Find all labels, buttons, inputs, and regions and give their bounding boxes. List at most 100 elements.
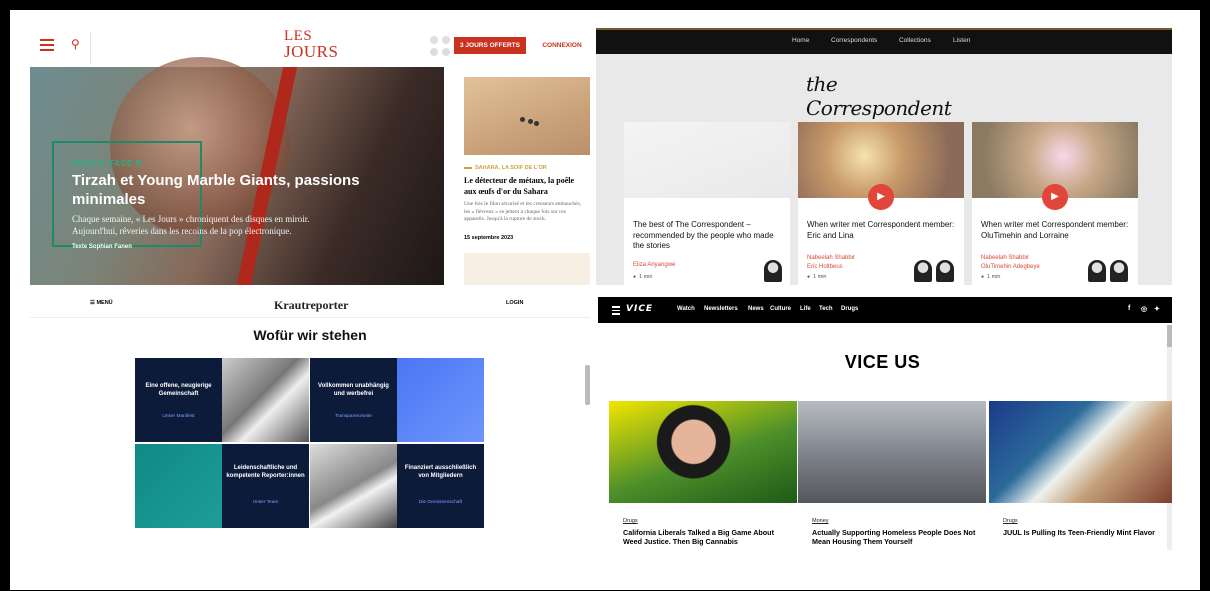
article-card[interactable]: ▶ When writer met Correspondent member: …	[972, 122, 1138, 285]
free-trial-button[interactable]: 3 JOURS OFFERTS	[454, 37, 526, 54]
hero-article[interactable]: FACE A, FACE B Tirzah et Young Marble Gi…	[30, 57, 444, 285]
article-card[interactable]: Drugs California Liberals Talked a Big G…	[609, 401, 797, 550]
article-title[interactable]: California Liberals Talked a Big Game Ab…	[623, 528, 791, 546]
menu-icon[interactable]	[40, 39, 54, 51]
correspondent-logo[interactable]: the Correspondent	[806, 72, 966, 120]
decorative-tile	[135, 444, 222, 528]
section-heading: Wofür wir stehen	[253, 327, 367, 343]
card-author[interactable]: Nabeelah Shabbir	[807, 255, 855, 261]
article-title[interactable]: Actually Supporting Homeless People Does…	[812, 528, 980, 546]
divider	[90, 31, 91, 63]
tile-link[interactable]: Die Genossenschaft	[401, 500, 480, 505]
nav-correspondents[interactable]: Correspondents	[831, 37, 877, 44]
article-card[interactable]: ▶ When writer met Correspondent member: …	[798, 122, 964, 285]
login-link[interactable]: CONNEXION	[534, 37, 590, 54]
vice-nav: VICE Watch Newsletters News Culture Life…	[598, 297, 1172, 323]
side-article: SAHARA, LA SOIF DE L'OR Le détecteur de …	[454, 67, 590, 285]
article-card[interactable]: Money Actually Supporting Homeless Peopl…	[798, 401, 986, 550]
avatar	[764, 260, 782, 282]
vice-logo[interactable]: VICE	[626, 304, 653, 314]
avatar	[1088, 260, 1106, 282]
card-title[interactable]: The best of The Correspondent – recommen…	[633, 220, 783, 252]
nav-drugs[interactable]: Drugs	[841, 306, 858, 312]
article-image	[989, 401, 1172, 503]
collage-canvas: ⚲ LES JOURS 3 JOURS OFFERTS CONNEXION FA…	[0, 0, 1210, 591]
value-tile[interactable]: Finanziert ausschließlich von Mitglieder…	[397, 444, 484, 528]
correspondent-page: Home Correspondents Collections Listen t…	[596, 28, 1172, 285]
krautreporter-page: ☰ MENÜ Krautreporter LOGIN Wofür wir ste…	[30, 290, 590, 555]
twitter-icon[interactable]: ✦	[1154, 305, 1160, 313]
values-grid: Eine offene, neugierige Gemeinschaft Uns…	[135, 358, 485, 528]
team-photo	[222, 358, 309, 442]
value-tile[interactable]: Leidenschaftliche und kompetente Reporte…	[222, 444, 309, 528]
card-author-2[interactable]: OluTimehin Adegbeye	[981, 264, 1040, 270]
hero-title[interactable]: Tirzah et Young Marble Giants, passions …	[72, 171, 372, 209]
tile-title: Finanziert ausschließlich von Mitglieder…	[404, 465, 477, 479]
article-title[interactable]: JUUL Is Pulling Its Teen-Friendly Mint F…	[1003, 528, 1171, 537]
hero-kicker: FACE A, FACE B	[72, 159, 142, 168]
nav-listen[interactable]: Listen	[953, 37, 970, 44]
nav-newsletters[interactable]: Newsletters	[704, 306, 738, 312]
nav-news[interactable]: News	[748, 306, 764, 312]
hero-lede: Chaque semaine, « Les Jours » chroniquen…	[72, 214, 310, 236]
nav-culture[interactable]: Culture	[770, 306, 791, 312]
article-category[interactable]: Drugs	[1003, 518, 1018, 524]
nav-home[interactable]: Home	[792, 37, 809, 44]
tile-title: Vollkommen unabhängig und werbefrei	[318, 383, 389, 397]
menu-button[interactable]: ☰ MENÜ	[90, 300, 113, 306]
card-title[interactable]: When writer met Correspondent member: Ol…	[981, 220, 1131, 241]
article-category[interactable]: Drugs	[623, 518, 638, 524]
tile-title: Eine offene, neugierige Gemeinschaft	[145, 383, 212, 397]
avatar	[936, 260, 954, 282]
search-icon[interactable]: ⚲	[71, 37, 80, 51]
tile-title: Leidenschaftliche und kompetente Reporte…	[226, 465, 305, 479]
nav-watch[interactable]: Watch	[677, 306, 695, 312]
login-link[interactable]: LOGIN	[506, 300, 523, 306]
menu-icon[interactable]	[612, 306, 620, 315]
article-category[interactable]: Money	[812, 518, 829, 524]
value-tile[interactable]: Vollkommen unabhängig und werbefrei Tran…	[310, 358, 397, 442]
article-image	[798, 401, 986, 503]
les-jours-logo[interactable]: LES JOURS	[284, 29, 339, 61]
side-article-title[interactable]: Le détecteur de métaux, la poêle aux œuf…	[464, 175, 588, 197]
correspondent-nav: Home Correspondents Collections Listen	[596, 28, 1172, 54]
tile-link[interactable]: Unser Team	[226, 500, 305, 505]
play-icon[interactable]: ▶	[868, 184, 894, 210]
scrollbar[interactable]	[585, 365, 590, 405]
side-article-tag: SAHARA, LA SOIF DE L'OR	[464, 165, 547, 171]
instagram-icon[interactable]: ◎	[1141, 305, 1147, 313]
card-title[interactable]: When writer met Correspondent member: Er…	[807, 220, 957, 241]
logo-line-2: JOURS	[284, 42, 339, 61]
facebook-icon[interactable]: f	[1128, 305, 1130, 312]
side-article-desc: Une fois le filon sécurisé et les creuse…	[464, 201, 582, 222]
value-tile[interactable]: Eine offene, neugierige Gemeinschaft Uns…	[135, 358, 222, 442]
card-author[interactable]: Eliza Anyangwe	[633, 262, 675, 268]
card-image	[624, 122, 790, 198]
sahara-photo[interactable]	[464, 77, 590, 155]
card-duration: 1 min	[633, 274, 652, 280]
nav-collections[interactable]: Collections	[899, 37, 931, 44]
hero-byline: Texte Sophian Fanen	[72, 244, 132, 250]
decorative-tile	[397, 358, 484, 442]
article-card[interactable]: The best of The Correspondent – recommen…	[624, 122, 790, 285]
avatar	[1110, 260, 1128, 282]
section-heading: VICE US	[844, 352, 921, 372]
next-article-thumb[interactable]	[464, 253, 590, 285]
article-card[interactable]: Drugs JUUL Is Pulling Its Teen-Friendly …	[989, 401, 1172, 550]
share-icons[interactable]	[430, 36, 452, 58]
krautreporter-logo[interactable]: Krautreporter	[274, 298, 348, 313]
reporter-photo	[310, 444, 397, 528]
les-jours-page: ⚲ LES JOURS 3 JOURS OFFERTS CONNEXION FA…	[30, 25, 590, 285]
card-author-2[interactable]: Eric Holtbeus	[807, 264, 843, 270]
card-duration: 1 min	[981, 274, 1000, 280]
nav-tech[interactable]: Tech	[819, 306, 833, 312]
tile-link[interactable]: Unser Manifest	[139, 414, 218, 419]
les-jours-header: ⚲ LES JOURS 3 JOURS OFFERTS CONNEXION	[30, 25, 590, 67]
card-duration: 1 min	[807, 274, 826, 280]
vice-page: VICE Watch Newsletters News Culture Life…	[598, 297, 1172, 550]
card-author[interactable]: Nabeelah Shabbir	[981, 255, 1029, 261]
nav-life[interactable]: Life	[800, 306, 811, 312]
side-article-date: 15 septembre 2023	[464, 235, 514, 241]
tile-link[interactable]: Transparenzseite	[314, 414, 393, 419]
play-icon[interactable]: ▶	[1042, 184, 1068, 210]
